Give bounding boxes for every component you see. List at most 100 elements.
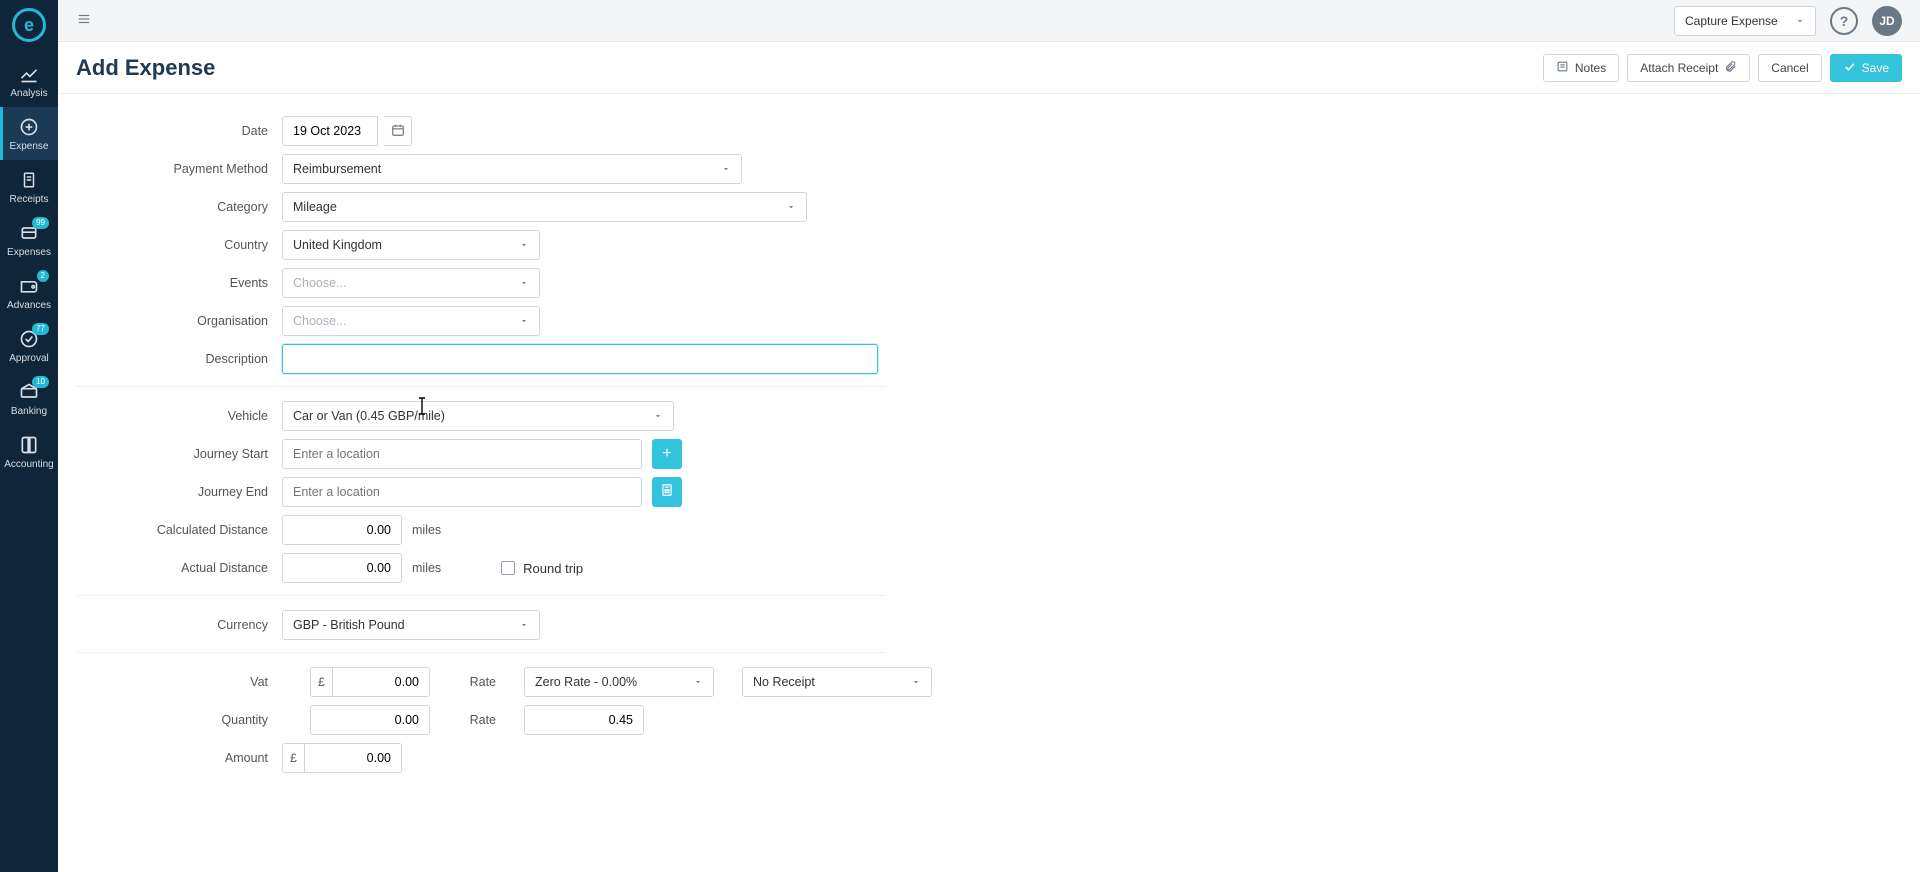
sidebar: e Analysis Expense Receipts 99 Expenses … xyxy=(0,0,58,872)
expenses-icon: 99 xyxy=(19,223,39,243)
unit-miles: miles xyxy=(412,561,441,575)
label-journey-start: Journey Start xyxy=(76,447,282,461)
calculate-button[interactable] xyxy=(652,477,682,507)
label-organisation: Organisation xyxy=(76,314,282,328)
description-input[interactable] xyxy=(282,344,878,374)
amount-input[interactable] xyxy=(304,743,402,773)
country-dropdown[interactable]: United Kingdom xyxy=(282,230,540,260)
badge: 77 xyxy=(32,323,49,335)
vat-input[interactable] xyxy=(332,667,430,697)
save-button[interactable]: Save xyxy=(1830,54,1902,82)
cancel-button[interactable]: Cancel xyxy=(1758,54,1821,82)
journey-start-input[interactable] xyxy=(282,439,642,469)
payment-method-dropdown[interactable]: Reimbursement xyxy=(282,154,742,184)
sidebar-item-approval[interactable]: 77 Approval xyxy=(0,319,58,372)
sidebar-item-accounting[interactable]: Accounting xyxy=(0,425,58,478)
calendar-icon xyxy=(391,123,405,140)
calculated-distance-input[interactable] xyxy=(282,515,402,545)
sidebar-item-label: Banking xyxy=(11,406,47,417)
sidebar-item-banking[interactable]: 10 Banking xyxy=(0,372,58,425)
label-currency: Currency xyxy=(76,618,282,632)
quantity-input[interactable] xyxy=(310,705,430,735)
receipt-icon xyxy=(19,170,39,190)
paperclip-icon xyxy=(1724,60,1737,76)
label-price-rate: Rate xyxy=(458,713,496,727)
sidebar-item-expense[interactable]: Expense xyxy=(0,107,58,160)
expense-form: Date Payment Method Reimbursement Catego… xyxy=(58,94,958,819)
vat-rate-dropdown[interactable]: Zero Rate - 0.00% xyxy=(524,667,714,697)
chevron-down-icon xyxy=(911,677,921,687)
chevron-down-icon xyxy=(786,202,796,212)
label-amount: Amount xyxy=(76,751,282,765)
label-vat: Vat xyxy=(76,675,282,689)
label-journey-end: Journey End xyxy=(76,485,282,499)
approval-icon: 77 xyxy=(19,329,39,349)
actual-distance-input[interactable] xyxy=(282,553,402,583)
organisation-dropdown[interactable]: Choose... xyxy=(282,306,540,336)
sidebar-item-analysis[interactable]: Analysis xyxy=(0,54,58,107)
page-header: Add Expense Notes Attach Receipt Cancel … xyxy=(58,42,1920,94)
chevron-down-icon xyxy=(519,240,529,250)
dropdown-label: Capture Expense xyxy=(1685,14,1778,28)
label-actual-distance: Actual Distance xyxy=(76,561,282,575)
receipt-status-dropdown[interactable]: No Receipt xyxy=(742,667,932,697)
label-round-trip: Round trip xyxy=(523,561,583,576)
vehicle-dropdown[interactable]: Car or Van (0.45 GBP/mile) xyxy=(282,401,674,431)
sidebar-item-label: Analysis xyxy=(10,88,47,99)
add-waypoint-button[interactable]: + xyxy=(652,439,682,469)
plus-icon: + xyxy=(662,445,671,463)
chevron-down-icon xyxy=(519,278,529,288)
currency-symbol: £ xyxy=(282,743,304,773)
bank-icon: 10 xyxy=(19,382,39,402)
sidebar-item-advances[interactable]: 2 Advances xyxy=(0,266,58,319)
calculator-icon xyxy=(660,483,674,502)
sidebar-item-receipts[interactable]: Receipts xyxy=(0,160,58,213)
help-button[interactable]: ? xyxy=(1830,7,1858,35)
badge: 10 xyxy=(32,376,49,388)
chevron-down-icon xyxy=(1795,16,1805,26)
book-icon xyxy=(19,435,39,455)
badge: 2 xyxy=(37,270,49,282)
app-logo: e xyxy=(12,8,46,42)
round-trip-checkbox[interactable] xyxy=(501,561,515,575)
label-calculated-distance: Calculated Distance xyxy=(76,523,282,537)
badge: 99 xyxy=(32,217,49,229)
label-country: Country xyxy=(76,238,282,252)
label-date: Date xyxy=(76,124,282,138)
chevron-down-icon xyxy=(519,620,529,630)
menu-toggle-icon[interactable] xyxy=(76,12,92,29)
date-input[interactable] xyxy=(282,116,378,146)
label-category: Category xyxy=(76,200,282,214)
journey-end-input[interactable] xyxy=(282,477,642,507)
label-events: Events xyxy=(76,276,282,290)
events-dropdown[interactable]: Choose... xyxy=(282,268,540,298)
sidebar-item-label: Expenses xyxy=(7,247,51,258)
category-dropdown[interactable]: Mileage xyxy=(282,192,807,222)
notes-button[interactable]: Notes xyxy=(1543,54,1619,82)
label-vehicle: Vehicle xyxy=(76,409,282,423)
chevron-down-icon xyxy=(519,316,529,326)
user-avatar[interactable]: JD xyxy=(1872,6,1902,36)
currency-symbol: £ xyxy=(310,667,332,697)
sidebar-item-expenses[interactable]: 99 Expenses xyxy=(0,213,58,266)
label-description: Description xyxy=(76,352,282,366)
sidebar-item-label: Accounting xyxy=(4,459,53,470)
capture-expense-dropdown[interactable]: Capture Expense xyxy=(1674,6,1816,36)
rate-input[interactable] xyxy=(524,705,644,735)
chevron-down-icon xyxy=(693,677,703,687)
chart-icon xyxy=(19,64,39,84)
plus-circle-icon xyxy=(19,117,39,137)
topbar: Capture Expense ? JD xyxy=(58,0,1920,42)
calendar-button[interactable] xyxy=(384,116,412,146)
label-payment-method: Payment Method xyxy=(76,162,282,176)
check-icon xyxy=(1843,60,1856,76)
label-rate: Rate xyxy=(458,675,496,689)
currency-dropdown[interactable]: GBP - British Pound xyxy=(282,610,540,640)
wallet-icon: 2 xyxy=(19,276,39,296)
attach-receipt-button[interactable]: Attach Receipt xyxy=(1627,54,1750,82)
sidebar-item-label: Receipts xyxy=(10,194,49,205)
page-title: Add Expense xyxy=(76,55,215,81)
chevron-down-icon xyxy=(653,411,663,421)
note-icon xyxy=(1556,60,1569,76)
label-quantity: Quantity xyxy=(76,713,282,727)
